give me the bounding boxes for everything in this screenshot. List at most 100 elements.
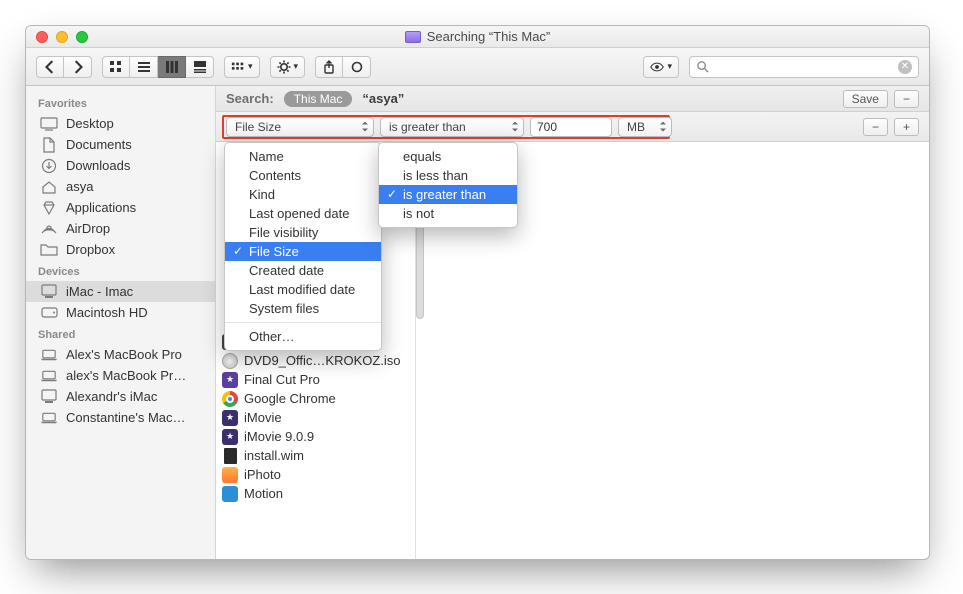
sidebar-item[interactable]: alex's MacBook Pr… <box>26 365 215 386</box>
home-icon <box>40 180 58 194</box>
view-switcher <box>102 56 214 78</box>
menu-item[interactable]: is greater than <box>379 185 517 204</box>
result-row[interactable]: install.wim <box>216 446 415 465</box>
result-row[interactable]: iPhoto <box>216 465 415 484</box>
computer-icon <box>40 390 58 404</box>
scope-this-mac[interactable]: This Mac <box>284 91 353 107</box>
attribute-dropdown-menu: NameContentsKindLast opened dateFile vis… <box>224 142 382 351</box>
sidebar-item[interactable]: asya <box>26 176 215 197</box>
menu-item[interactable]: Contents <box>225 166 381 185</box>
forward-button[interactable] <box>64 56 92 78</box>
menu-item-other[interactable]: Other… <box>225 327 381 346</box>
scope-label: Search: <box>226 91 274 106</box>
criteria-comparator-select[interactable]: is greater than <box>380 117 524 137</box>
sidebar-item-label: alex's MacBook Pr… <box>66 368 186 383</box>
sidebar-item-label: Macintosh HD <box>66 305 148 320</box>
criteria-add-button[interactable]: + <box>894 118 919 136</box>
result-row[interactable]: Motion <box>216 484 415 503</box>
sidebar-item[interactable]: Documents <box>26 134 215 155</box>
menu-item[interactable]: is not <box>379 204 517 223</box>
menu-item[interactable]: equals <box>379 147 517 166</box>
menu-item[interactable]: Last opened date <box>225 204 381 223</box>
tags-button[interactable] <box>343 56 371 78</box>
criteria-attribute-select[interactable]: File Size <box>226 117 374 137</box>
menu-item[interactable]: Name <box>225 147 381 166</box>
clear-search-button[interactable]: ✕ <box>898 60 912 74</box>
computer-icon <box>40 285 58 299</box>
disk-icon <box>40 306 58 320</box>
menu-item[interactable]: Kind <box>225 185 381 204</box>
laptop-icon <box>40 369 58 383</box>
file-icon <box>222 467 238 483</box>
menu-item[interactable]: System files <box>225 299 381 318</box>
save-search-button[interactable]: Save <box>843 90 888 108</box>
result-row[interactable]: DVD9_Offic…KROKOZ.iso <box>216 351 415 370</box>
file-name: iPhoto <box>244 467 281 482</box>
sidebar-item[interactable]: Alexandr's iMac <box>26 386 215 407</box>
criteria-remove-button[interactable]: − <box>863 118 888 136</box>
coverflow-view-button[interactable] <box>186 56 214 78</box>
sidebar-item[interactable]: iMac - Imac <box>26 281 215 302</box>
arrange-button[interactable]: ▾ <box>224 56 260 78</box>
sidebar-item[interactable]: Macintosh HD <box>26 302 215 323</box>
sidebar-item-label: Constantine's Mac… <box>66 410 186 425</box>
result-row[interactable]: ★Final Cut Pro <box>216 370 415 389</box>
criteria-value-input[interactable] <box>530 117 612 137</box>
sidebar-item[interactable]: Dropbox <box>26 239 215 260</box>
sidebar-item[interactable]: Alex's MacBook Pro <box>26 344 215 365</box>
content-area: Search: This Mac “asya” Save − File Size… <box>216 86 929 559</box>
search-folder-icon <box>405 31 421 43</box>
action-button[interactable]: ▾ <box>270 56 306 78</box>
applications-icon <box>40 201 58 215</box>
sidebar-item-label: Documents <box>66 137 132 152</box>
toolbar: ▾ ▾ ▾ ✕ <box>26 48 929 86</box>
menu-item[interactable]: Created date <box>225 261 381 280</box>
minimize-window-button[interactable] <box>56 31 68 43</box>
file-icon: ★ <box>222 410 238 426</box>
file-icon: ★ <box>222 372 238 388</box>
back-button[interactable] <box>36 56 64 78</box>
sidebar-item[interactable]: Downloads <box>26 155 215 176</box>
window-title: Searching “This Mac” <box>427 29 551 44</box>
sidebar-item[interactable]: Desktop <box>26 113 215 134</box>
airdrop-icon <box>40 222 58 236</box>
remove-criteria-button[interactable]: − <box>894 90 919 108</box>
menu-item[interactable]: is less than <box>379 166 517 185</box>
file-icon <box>222 353 238 369</box>
criteria-unit-select[interactable]: MB <box>618 117 672 137</box>
result-row[interactable]: ★ iMovie <box>216 408 415 427</box>
file-icon <box>222 391 238 407</box>
sidebar-item[interactable]: Constantine's Mac… <box>26 407 215 428</box>
result-row[interactable]: Google Chrome <box>216 389 415 408</box>
sidebar-item-label: Downloads <box>66 158 130 173</box>
sidebar-header: Favorites <box>26 92 215 113</box>
search-criteria-row: File Size is greater than MB − + <box>216 112 929 142</box>
share-button[interactable] <box>315 56 343 78</box>
result-row[interactable]: ★ iMovie 9.0.9 <box>216 427 415 446</box>
file-icon: ★ <box>222 429 238 445</box>
icon-view-button[interactable] <box>102 56 130 78</box>
search-icon <box>696 60 709 73</box>
menu-item[interactable]: File visibility <box>225 223 381 242</box>
sidebar-item-label: Applications <box>66 200 136 215</box>
folder-icon <box>40 243 58 257</box>
column-view-button[interactable] <box>158 56 186 78</box>
file-name: iMovie 9.0.9 <box>244 429 314 444</box>
file-icon <box>222 448 238 464</box>
file-name: iMovie <box>244 410 282 425</box>
sidebar-item[interactable]: Applications <box>26 197 215 218</box>
file-name: DVD9_Offic…KROKOZ.iso <box>244 353 401 368</box>
quicklook-button[interactable]: ▾ <box>643 56 679 78</box>
zoom-window-button[interactable] <box>76 31 88 43</box>
file-name: Motion <box>244 486 283 501</box>
search-field[interactable]: ✕ <box>689 56 919 78</box>
documents-icon <box>40 138 58 152</box>
window-controls <box>26 31 88 43</box>
sidebar-item[interactable]: AirDrop <box>26 218 215 239</box>
menu-item[interactable]: File Size <box>225 242 381 261</box>
menu-item[interactable]: Last modified date <box>225 280 381 299</box>
list-view-button[interactable] <box>130 56 158 78</box>
sidebar-header: Shared <box>26 323 215 344</box>
close-window-button[interactable] <box>36 31 48 43</box>
scope-location[interactable]: “asya” <box>362 91 404 106</box>
